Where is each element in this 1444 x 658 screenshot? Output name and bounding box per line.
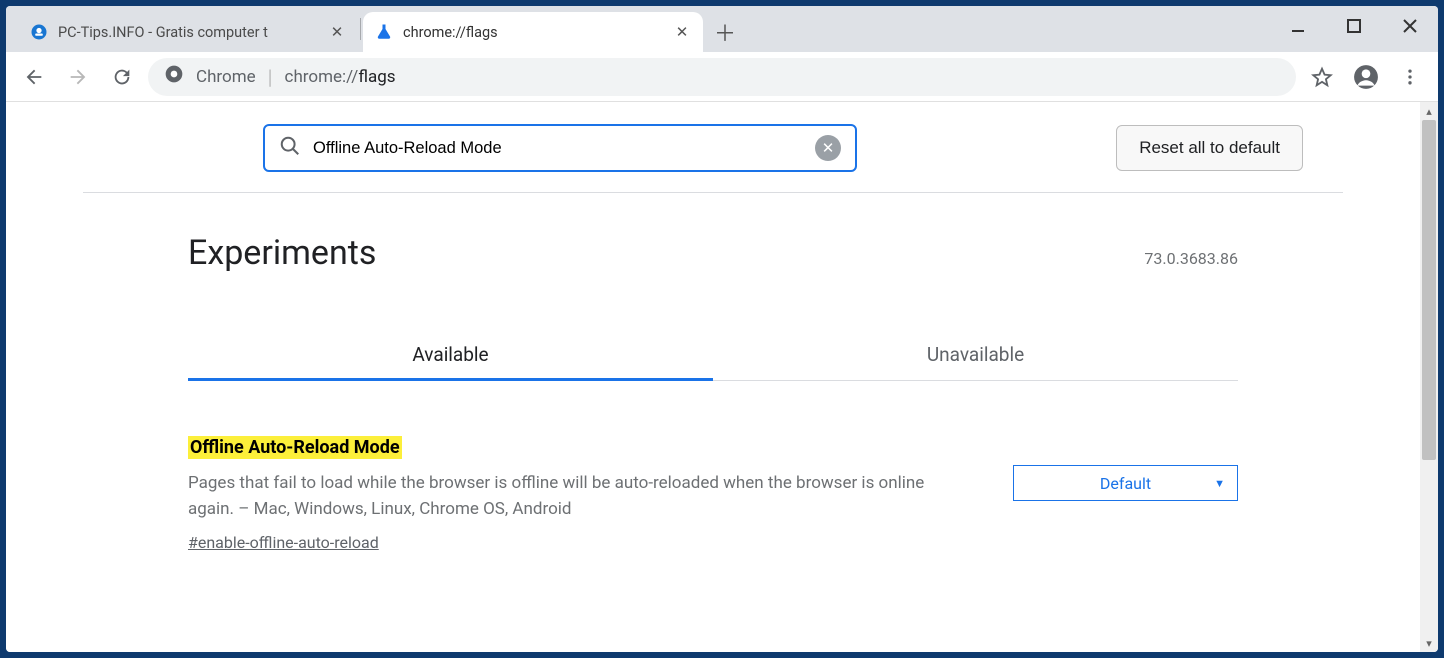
clear-search-icon[interactable]: ✕	[815, 135, 841, 161]
favicon-icon	[30, 23, 48, 41]
menu-button[interactable]	[1392, 59, 1428, 95]
experiments-header: Experiments 73.0.3683.86	[188, 233, 1238, 273]
chevron-down-icon: ▼	[1214, 477, 1225, 490]
maximize-button[interactable]	[1326, 6, 1382, 46]
omnibox-url-host: chrome://	[285, 67, 359, 87]
flag-anchor[interactable]: #enable-offline-auto-reload	[188, 533, 973, 552]
forward-button[interactable]	[60, 59, 96, 95]
experiments-title: Experiments	[188, 233, 376, 273]
window-controls	[1270, 6, 1438, 46]
tab-inactive[interactable]: PC-Tips.INFO - Gratis computer t ✕	[18, 12, 358, 52]
omnibox-url-path: flags	[358, 67, 395, 87]
flag-title: Offline Auto-Reload Mode	[188, 436, 402, 459]
tab-active[interactable]: chrome://flags ✕	[363, 12, 703, 52]
close-button[interactable]	[1382, 6, 1438, 46]
flag-item: Offline Auto-Reload Mode Pages that fail…	[188, 437, 1238, 552]
tab-unavailable[interactable]: Unavailable	[713, 329, 1238, 380]
omnibox[interactable]: Chrome | chrome://flags	[148, 58, 1296, 96]
page-content: ✕ Reset all to default Experiments 73.0.…	[6, 102, 1420, 652]
flags-page: ✕ Reset all to default Experiments 73.0.…	[6, 102, 1420, 552]
omnibox-separator: |	[268, 65, 273, 89]
flag-text: Offline Auto-Reload Mode Pages that fail…	[188, 437, 973, 552]
bookmark-button[interactable]	[1304, 59, 1340, 95]
reset-button[interactable]: Reset all to default	[1116, 125, 1303, 171]
omnibox-scheme-label: Chrome	[196, 67, 256, 87]
tab-strip: PC-Tips.INFO - Gratis computer t ✕ chrom…	[6, 6, 741, 52]
chrome-version: 73.0.3683.86	[1144, 249, 1238, 268]
content-wrap: ✕ Reset all to default Experiments 73.0.…	[6, 102, 1438, 652]
flags-search-input[interactable]	[313, 139, 803, 158]
flags-body: Experiments 73.0.3683.86 Available Unava…	[188, 193, 1238, 552]
flags-tabs: Available Unavailable	[188, 329, 1238, 381]
scroll-up-icon[interactable]: ▴	[1420, 102, 1438, 120]
tab-available[interactable]: Available	[188, 329, 713, 380]
flag-description: Pages that fail to load while the browse…	[188, 470, 973, 523]
tab-title: PC-Tips.INFO - Gratis computer t	[58, 24, 318, 41]
scrollbar[interactable]: ▴ ▾	[1420, 102, 1438, 652]
tab-close-icon[interactable]: ✕	[328, 23, 346, 41]
new-tab-button[interactable]: ＋	[709, 16, 741, 48]
scroll-thumb[interactable]	[1422, 120, 1436, 460]
tab-separator	[360, 18, 361, 40]
tab-title: chrome://flags	[403, 24, 663, 41]
profile-button[interactable]	[1348, 59, 1384, 95]
toolbar: Chrome | chrome://flags	[6, 52, 1438, 102]
titlebar: PC-Tips.INFO - Gratis computer t ✕ chrom…	[6, 6, 1438, 52]
flag-dropdown-value: Default	[1100, 474, 1151, 493]
reload-button[interactable]	[104, 59, 140, 95]
flags-search-box[interactable]: ✕	[263, 124, 857, 172]
flask-icon	[375, 23, 393, 41]
omnibox-scheme: Chrome |	[196, 65, 273, 89]
flags-header: ✕ Reset all to default	[83, 102, 1343, 193]
chrome-icon	[164, 64, 184, 89]
scroll-down-icon[interactable]: ▾	[1420, 634, 1438, 652]
minimize-button[interactable]	[1270, 6, 1326, 46]
browser-window: PC-Tips.INFO - Gratis computer t ✕ chrom…	[6, 6, 1438, 652]
flag-dropdown[interactable]: Default ▼	[1013, 465, 1238, 501]
back-button[interactable]	[16, 59, 52, 95]
tab-close-icon[interactable]: ✕	[673, 23, 691, 41]
omnibox-url: chrome://flags	[285, 67, 396, 87]
search-icon	[279, 135, 301, 161]
